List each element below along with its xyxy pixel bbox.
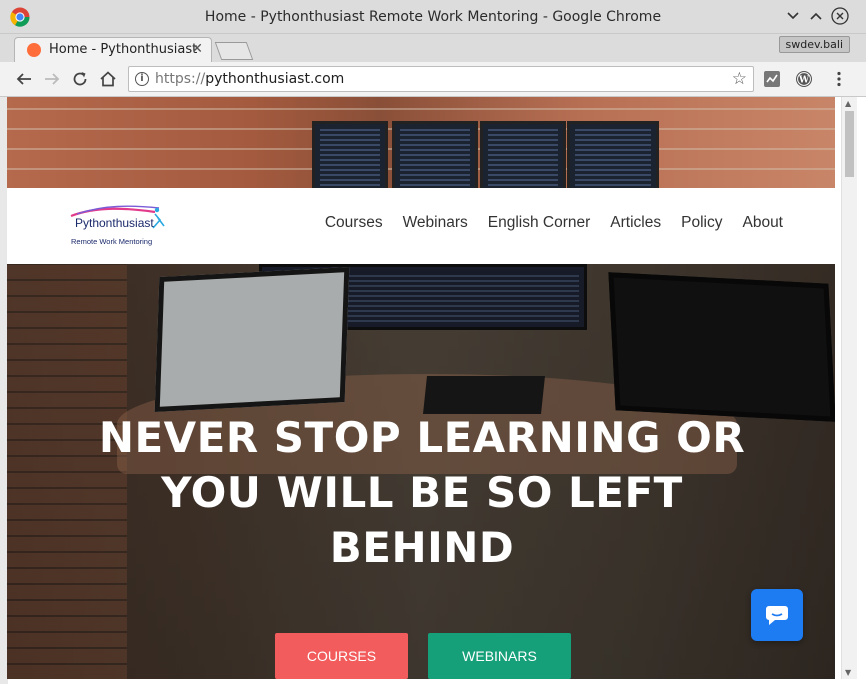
site-logo[interactable]: Pythonthusiast Remote Work Mentoring [67, 202, 167, 247]
banner-monitor [392, 121, 478, 188]
chat-button[interactable] [751, 589, 803, 641]
scroll-thumb[interactable] [845, 111, 854, 177]
page-scrollbar[interactable]: ▲ ▼ [841, 97, 857, 679]
back-icon [16, 73, 31, 85]
url-text[interactable]: https://pythonthusiast.com [155, 71, 344, 87]
nav-articles[interactable]: Articles [610, 214, 661, 232]
profile-badge[interactable]: swdev.bali [778, 36, 850, 53]
header-banner-image [7, 97, 835, 188]
logo-subtitle: Remote Work Mentoring [71, 237, 153, 246]
new-tab-button[interactable] [214, 42, 254, 60]
close-window-button[interactable] [830, 6, 850, 26]
nav-english-corner[interactable]: English Corner [488, 214, 591, 232]
info-icon[interactable]: i [135, 72, 149, 86]
tab-strip: Home - Pythonthusiast Remote Work Mentor… [0, 34, 866, 62]
menu-icon[interactable] [830, 70, 848, 88]
scroll-up-icon[interactable]: ▲ [845, 99, 851, 108]
page-viewport: Pythonthusiast Remote Work Mentoring Cou… [7, 97, 857, 679]
hero-headline: NEVER STOP LEARNING OR YOU WILL BE SO LE… [98, 413, 746, 572]
window-title: Home - Pythonthusiast Remote Work Mentor… [204, 9, 662, 25]
wordpress-icon[interactable]: W [795, 70, 813, 88]
reload-icon [73, 72, 87, 86]
banner-monitor [312, 121, 388, 188]
title-bar: Home - Pythonthusiast Remote Work Mentor… [0, 0, 866, 34]
maximize-button[interactable] [806, 6, 826, 26]
webinars-button[interactable]: WEBINARS [428, 633, 571, 679]
browser-window: Home - Pythonthusiast Remote Work Mentor… [0, 0, 866, 684]
site-favicon-icon [27, 43, 41, 57]
home-icon [100, 71, 116, 87]
banner-monitor [480, 121, 566, 188]
nav-webinars[interactable]: Webinars [403, 214, 468, 232]
forward-icon [45, 73, 60, 85]
reload-button[interactable] [70, 69, 90, 89]
courses-button[interactable]: COURSES [275, 633, 408, 679]
back-button[interactable] [14, 69, 34, 89]
close-icon [831, 7, 849, 25]
chart-extension-icon[interactable] [763, 70, 781, 88]
tab-home[interactable]: Home - Pythonthusiast Remote Work Mentor… [14, 37, 212, 62]
logo-title: Pythonthusiast [75, 216, 154, 230]
svg-text:W: W [798, 76, 810, 86]
hero-section: NEVER STOP LEARNING OR YOU WILL BE SO LE… [7, 264, 835, 679]
forward-button[interactable] [42, 69, 62, 89]
main-nav: Courses Webinars English Corner Articles… [325, 214, 783, 232]
address-bar[interactable]: i https://pythonthusiast.com ☆ [128, 66, 754, 92]
browser-toolbar: i https://pythonthusiast.com ☆ W [0, 62, 866, 97]
banner-monitor [567, 121, 659, 188]
chat-icon [766, 606, 788, 625]
scroll-down-icon[interactable]: ▼ [845, 668, 851, 677]
site-navbar: Pythonthusiast Remote Work Mentoring Cou… [7, 188, 835, 264]
nav-about[interactable]: About [742, 214, 783, 232]
tab-close-icon[interactable]: ✕ [191, 41, 203, 57]
home-button[interactable] [98, 69, 118, 89]
chevron-up-icon [810, 12, 822, 20]
nav-policy[interactable]: Policy [681, 214, 722, 232]
tab-title: Home - Pythonthusiast Remote Work Mentor… [49, 42, 199, 57]
chevron-down-icon [787, 12, 799, 20]
minimize-button[interactable] [783, 6, 803, 26]
nav-courses[interactable]: Courses [325, 214, 383, 232]
star-icon[interactable]: ☆ [732, 69, 747, 89]
